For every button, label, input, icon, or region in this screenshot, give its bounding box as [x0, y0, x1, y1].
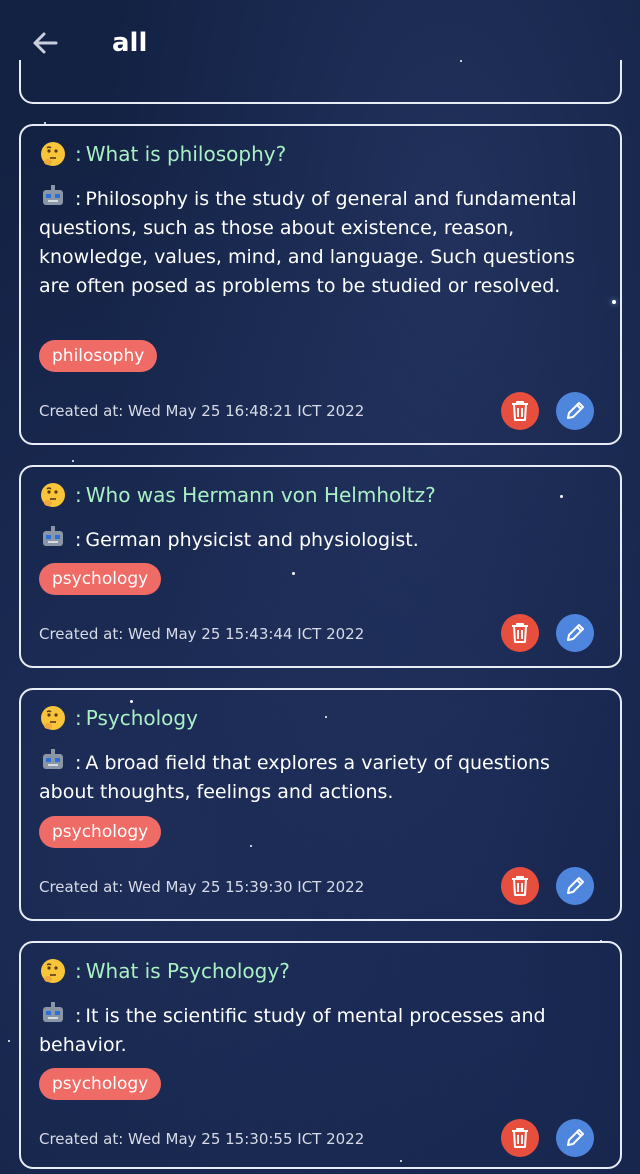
pencil-icon	[567, 877, 584, 894]
qa-card: : What is Psychology? : It is the scienti…	[19, 941, 622, 1169]
pencil-icon	[567, 1129, 584, 1146]
separator: :	[75, 142, 82, 166]
delete-button[interactable]	[501, 392, 539, 430]
arrow-left-icon	[33, 32, 58, 54]
qa-card: : Psychology :A broad field that explore…	[19, 688, 622, 921]
edit-button[interactable]	[556, 392, 594, 430]
category-tag[interactable]: psychology	[39, 563, 162, 595]
robot-icon	[39, 523, 67, 551]
answer-text: A broad field that explores a variety of…	[39, 752, 550, 803]
question-text: What is philosophy?	[85, 142, 287, 166]
thinking-face-icon	[39, 957, 67, 985]
qa-card: : Who was Hermann von Helmholtz? : German…	[19, 465, 622, 668]
separator: :	[75, 483, 82, 507]
question-text: What is Psychology?	[85, 959, 290, 983]
pencil-icon	[567, 624, 584, 641]
question-line: : What is philosophy?	[39, 140, 286, 168]
category-tag[interactable]: philosophy	[39, 340, 158, 372]
category-tag[interactable]: psychology	[39, 1068, 162, 1100]
page-title: all	[112, 28, 148, 58]
created-timestamp: Created at: Wed May 25 16:48:21 ICT 2022	[39, 402, 365, 420]
question-line: : Who was Hermann von Helmholtz?	[39, 481, 436, 509]
separator: :	[75, 706, 82, 730]
thinking-face-icon	[39, 140, 67, 168]
answer-text: It is the scientific study of mental pro…	[39, 1005, 546, 1056]
question-line: : Psychology	[39, 704, 198, 732]
delete-button[interactable]	[501, 867, 539, 905]
category-tag[interactable]: psychology	[39, 816, 162, 848]
back-button[interactable]	[28, 26, 62, 60]
separator: :	[75, 529, 82, 551]
separator: :	[75, 752, 82, 774]
separator: :	[75, 1005, 82, 1027]
answer-text: Philosophy is the study of general and f…	[39, 188, 577, 297]
delete-button[interactable]	[501, 1119, 539, 1157]
answer-block: : It is the scientific study of mental pr…	[39, 999, 602, 1060]
separator: :	[75, 188, 82, 210]
answer-block: :A broad field that explores a variety o…	[39, 746, 602, 807]
created-timestamp: Created at: Wed May 25 15:43:44 ICT 2022	[39, 625, 365, 643]
edit-button[interactable]	[556, 867, 594, 905]
answer-block: : Philosophy is the study of general and …	[39, 182, 602, 301]
robot-icon	[39, 746, 67, 774]
pencil-icon	[567, 402, 584, 419]
answer-block: : German physicist and physiologist.	[39, 523, 602, 555]
thinking-face-icon	[39, 704, 67, 732]
trash-icon	[512, 623, 528, 643]
edit-button[interactable]	[556, 614, 594, 652]
trash-icon	[512, 1128, 528, 1148]
thinking-face-icon	[39, 481, 67, 509]
question-line: : What is Psychology?	[39, 957, 290, 985]
robot-icon	[39, 182, 67, 210]
question-text: Who was Hermann von Helmholtz?	[85, 483, 436, 507]
trash-icon	[512, 401, 528, 421]
answer-text: German physicist and physiologist.	[85, 529, 419, 551]
delete-button[interactable]	[501, 614, 539, 652]
previous-card-bottom	[19, 60, 622, 104]
separator: :	[75, 959, 82, 983]
robot-icon	[39, 999, 67, 1027]
edit-button[interactable]	[556, 1119, 594, 1157]
created-timestamp: Created at: Wed May 25 15:39:30 ICT 2022	[39, 878, 365, 896]
qa-card: : What is philosophy? : Philosophy is the…	[19, 124, 622, 445]
created-timestamp: Created at: Wed May 25 15:30:55 ICT 2022	[39, 1130, 365, 1148]
question-text: Psychology	[85, 706, 198, 730]
trash-icon	[512, 876, 528, 896]
